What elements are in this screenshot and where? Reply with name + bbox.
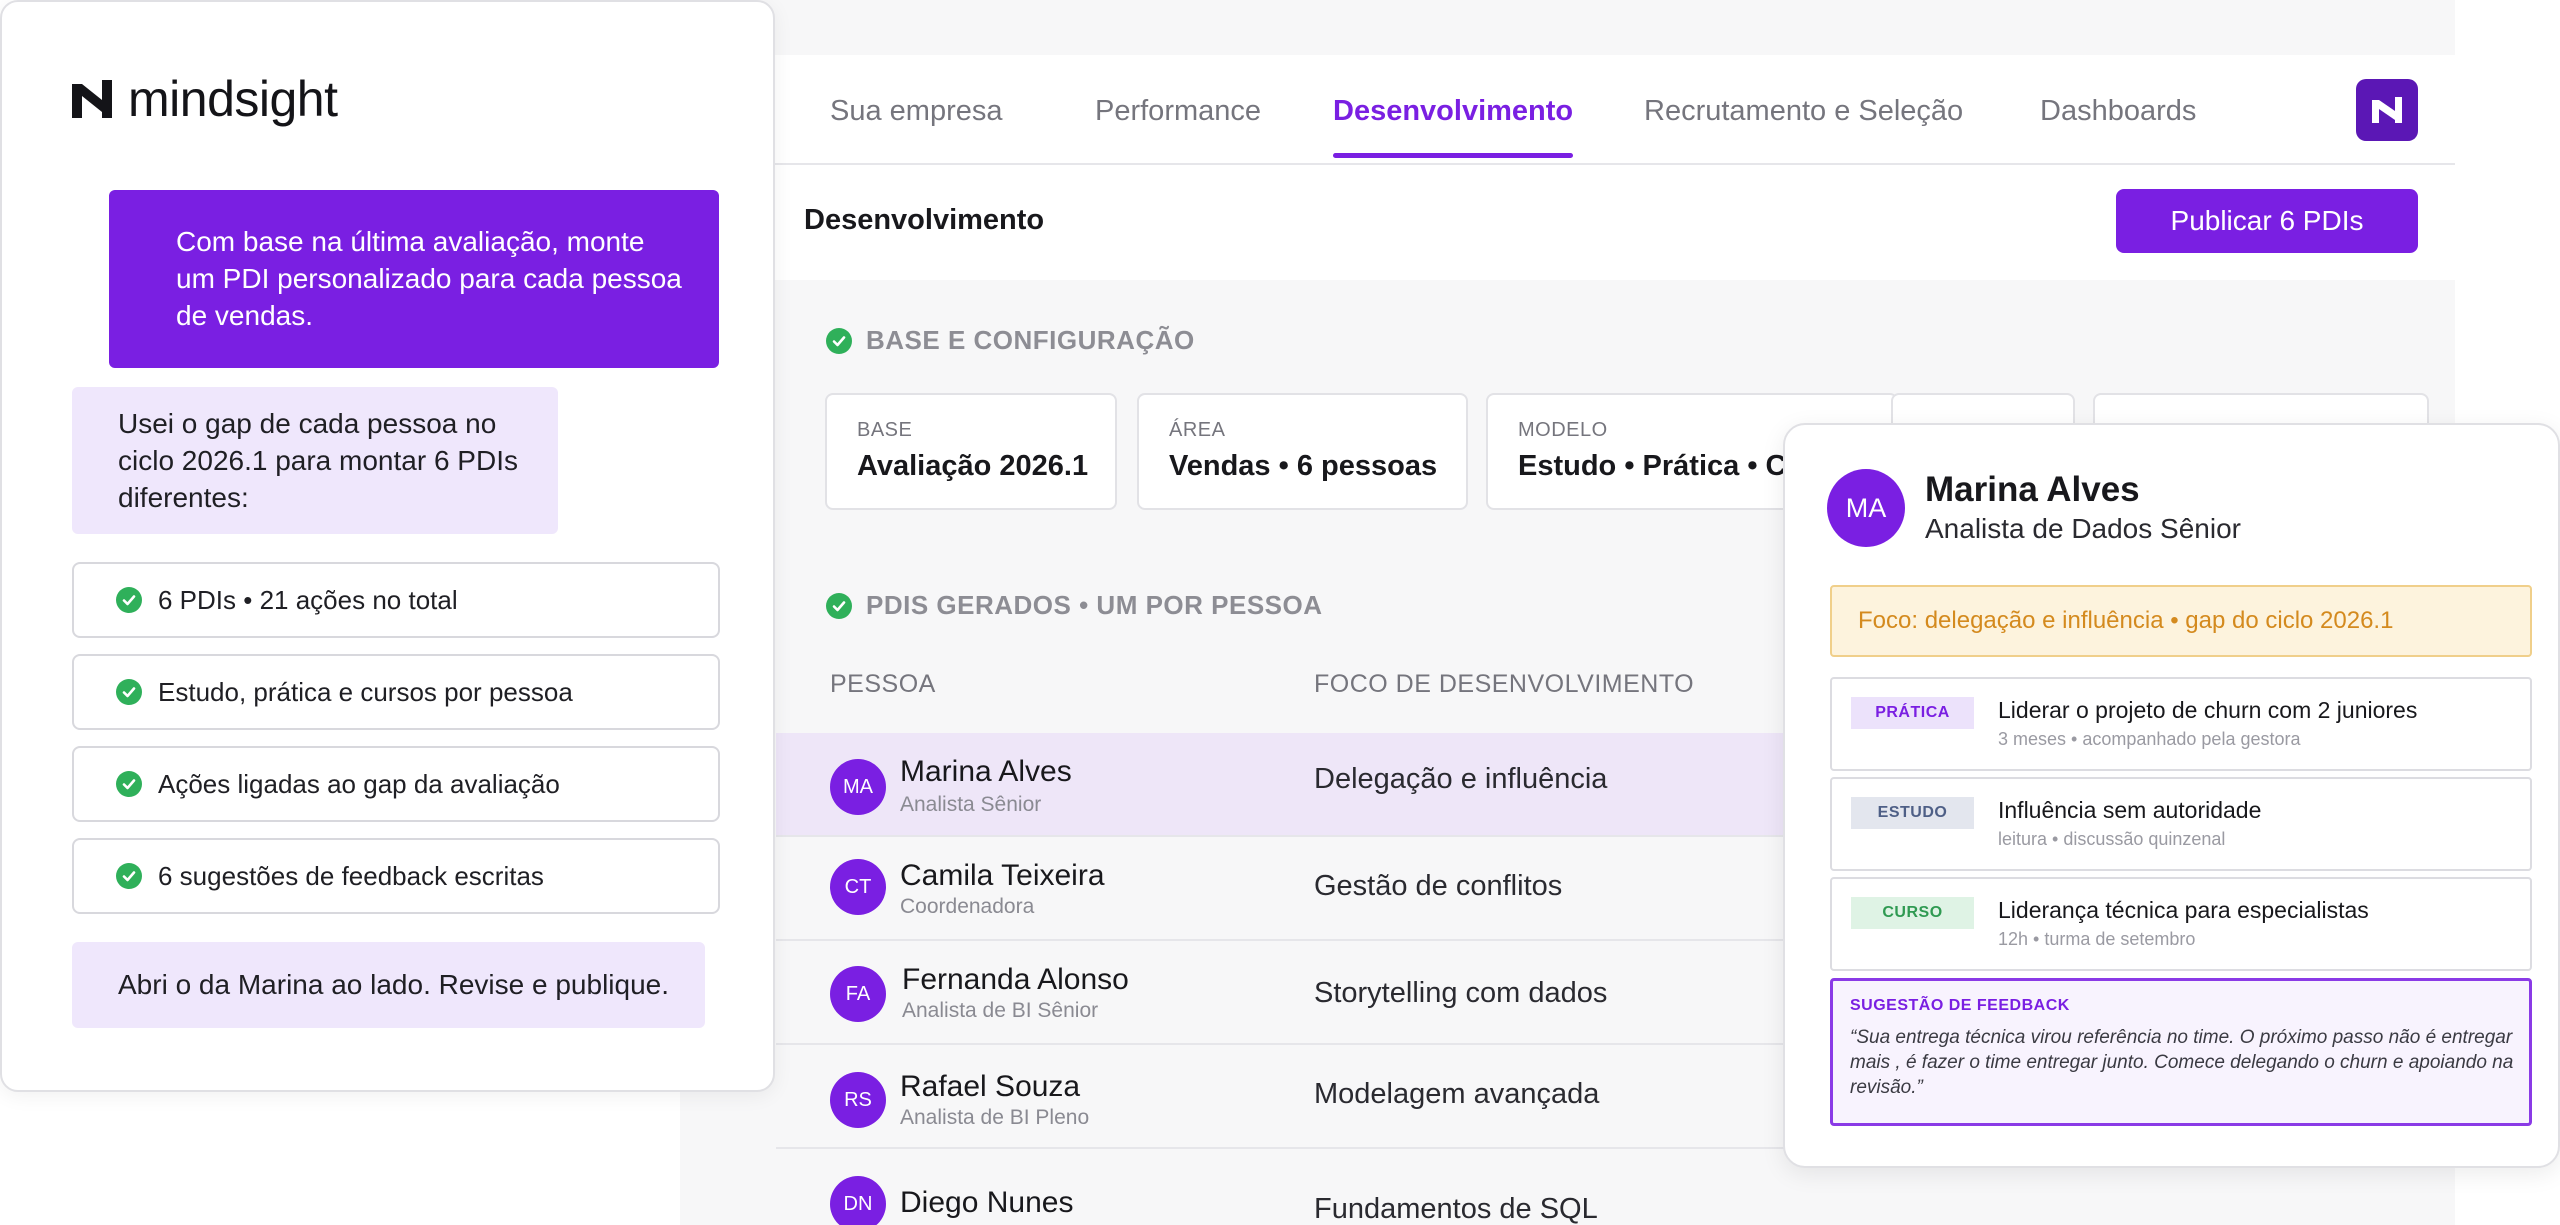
person-role: Analista Sênior	[900, 793, 1042, 816]
pdis-section-title: PDIS GERADOS • UM POR PESSOA	[826, 590, 1323, 621]
action-item[interactable]: CURSO Liderança técnica para especialist…	[1830, 877, 2532, 971]
action-tag: PRÁTICA	[1851, 697, 1974, 729]
person-name: Marina Alves	[900, 755, 1072, 788]
check-list-item: Estudo, prática e cursos por pessoa	[72, 654, 720, 730]
config-card-area: ÁREA Vendas • 6 pessoas	[1137, 393, 1468, 510]
brand-name: mindsight	[128, 71, 338, 127]
person-name: Rafael Souza	[900, 1070, 1081, 1103]
config-section-title: BASE E CONFIGURAÇÃO	[826, 325, 1195, 356]
action-tag: ESTUDO	[1851, 797, 1974, 829]
feedback-text: “Sua entrega técnica virou referência no…	[1850, 1027, 2514, 1098]
person-focus: Fundamentos de SQL	[1314, 1193, 1598, 1225]
check-circle-icon	[826, 327, 852, 354]
check-list-item: 6 sugestões de feedback escritas	[72, 838, 720, 914]
check-circle-icon	[116, 587, 142, 613]
check-list-item: Ações ligadas ao gap da avaliação	[72, 746, 720, 822]
feedback-suggestion[interactable]: SUGESTÃO DE FEEDBACK “Sua entrega técnic…	[1830, 978, 2532, 1126]
person-focus: Storytelling com dados	[1314, 977, 1608, 1009]
app-logo-icon[interactable]	[2356, 79, 2418, 141]
chat-panel: mindsight Com base na última avaliação, …	[0, 0, 775, 1092]
brand: mindsight	[72, 70, 338, 128]
action-item[interactable]: PRÁTICA Liderar o projeto de churn com 2…	[1830, 677, 2532, 771]
pdis-section-label: PDIS GERADOS • UM POR PESSOA	[866, 590, 1323, 620]
action-subtitle: 12h • turma de setembro	[1998, 929, 2196, 949]
check-list-label: 6 PDIs • 21 ações no total	[158, 584, 458, 615]
person-focus: Modelagem avançada	[1314, 1078, 1600, 1110]
tab-recrutamento-selecao[interactable]: Recrutamento e Seleção	[1644, 95, 1963, 128]
person-role: Analista de BI Sênior	[902, 999, 1099, 1022]
tab-dashboards[interactable]: Dashboards	[2040, 95, 2196, 128]
feedback-label: SUGESTÃO DE FEEDBACK	[1850, 997, 2070, 1014]
person-focus: Delegação e influência	[1314, 763, 1608, 795]
detail-person-role: Analista de Dados Sênior	[1925, 513, 2241, 544]
column-header-person: PESSOA	[830, 670, 936, 698]
mindsight-logo-icon	[72, 80, 112, 118]
check-circle-icon	[116, 679, 142, 705]
config-card-label: ÁREA	[1169, 419, 1226, 441]
check-circle-icon	[116, 863, 142, 889]
check-list-item: 6 PDIs • 21 ações no total	[72, 562, 720, 638]
assistant-message: Abri o da Marina ao lado. Revise e publi…	[72, 942, 705, 1028]
person-name: Diego Nunes	[900, 1186, 1074, 1219]
detail-person-name: Marina Alves	[1925, 470, 2140, 509]
tab-performance[interactable]: Performance	[1095, 95, 1261, 128]
check-list-label: Estudo, prática e cursos por pessoa	[158, 676, 573, 707]
check-list-label: Ações ligadas ao gap da avaliação	[158, 768, 560, 799]
page-header: Desenvolvimento Publicar 6 PDIs	[680, 165, 2455, 280]
person-name: Fernanda Alonso	[902, 963, 1129, 996]
avatar: DN	[830, 1176, 886, 1225]
tab-desenvolvimento[interactable]: Desenvolvimento	[1333, 95, 1574, 158]
person-name: Camila Teixeira	[900, 859, 1105, 892]
config-card-base: BASE Avaliação 2026.1	[825, 393, 1117, 510]
focus-banner: Foco: delegação e influência • gap do ci…	[1830, 585, 2532, 657]
publish-pdis-button[interactable]: Publicar 6 PDIs	[2116, 189, 2418, 253]
action-subtitle: 3 meses • acompanhado pela gestora	[1998, 729, 2301, 749]
person-role: Coordenadora	[900, 895, 1035, 918]
avatar: CT	[830, 859, 886, 915]
config-section-label: BASE E CONFIGURAÇÃO	[866, 325, 1195, 355]
action-subtitle: leitura • discussão quinzenal	[1998, 829, 2226, 849]
user-message: Com base na última avaliação, monte um P…	[109, 190, 719, 368]
column-header-focus: FOCO DE DESENVOLVIMENTO	[1314, 670, 1695, 698]
action-title: Liderar o projeto de churn com 2 juniore…	[1998, 697, 2418, 723]
config-card-label: BASE	[857, 419, 913, 441]
check-circle-icon	[826, 592, 852, 619]
avatar: MA	[830, 759, 886, 815]
avatar: MA	[1827, 469, 1905, 547]
tab-sua-empresa[interactable]: Sua empresa	[830, 95, 1003, 128]
person-focus: Gestão de conflitos	[1314, 870, 1563, 902]
top-navigation: Sua empresa Performance Desenvolvimento …	[680, 55, 2455, 165]
check-list-label: 6 sugestões de feedback escritas	[158, 860, 544, 891]
config-card-value: Avaliação 2026.1	[857, 450, 1089, 482]
pdi-detail-card: MA Marina Alves Analista de Dados Sênior…	[1783, 423, 2560, 1168]
action-tag: CURSO	[1851, 897, 1974, 929]
person-role: Analista de BI Pleno	[900, 1106, 1090, 1129]
avatar: FA	[830, 966, 886, 1022]
action-title: Liderança técnica para especialistas	[1998, 897, 2369, 923]
action-title: Influência sem autoridade	[1998, 797, 2262, 823]
config-card-value: Vendas • 6 pessoas	[1169, 450, 1438, 482]
page-title: Desenvolvimento	[804, 204, 1045, 236]
check-circle-icon	[116, 771, 142, 797]
avatar: RS	[830, 1072, 886, 1128]
assistant-message: Usei o gap de cada pessoa no ciclo 2026.…	[72, 387, 558, 534]
action-item[interactable]: ESTUDO Influência sem autoridade leitura…	[1830, 777, 2532, 871]
